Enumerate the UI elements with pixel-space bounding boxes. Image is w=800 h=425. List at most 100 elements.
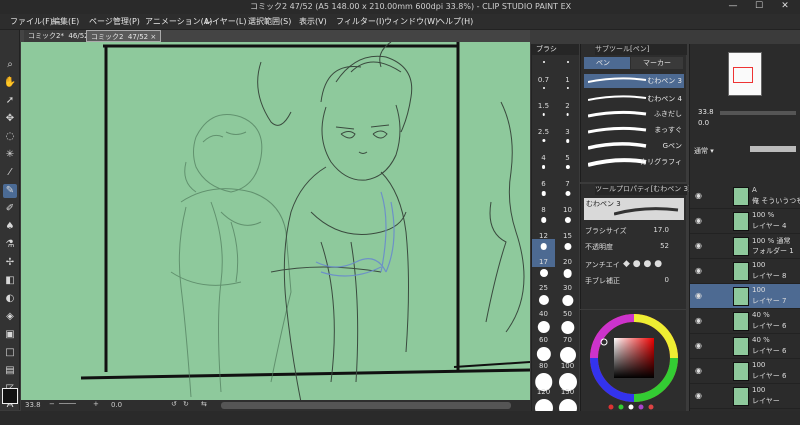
layer-row[interactable]: ◉ 100 % 通常 フォルダー 1 bbox=[690, 234, 800, 259]
brush-size-option[interactable]: 7 bbox=[556, 161, 579, 189]
menu-page[interactable]: ページ管理(P) bbox=[89, 16, 140, 27]
eye-icon[interactable]: ◉ bbox=[695, 266, 702, 275]
brush-size-option[interactable]: 200 bbox=[556, 395, 579, 411]
brush-item[interactable]: Gペン bbox=[584, 139, 684, 153]
doc-tab-2[interactable]: コミック2 47/52 × bbox=[86, 30, 162, 42]
layer-row[interactable]: ◉ 100 レイヤー 7 bbox=[690, 284, 800, 309]
hand-tool-icon[interactable]: ✋ bbox=[3, 76, 17, 90]
brush-size-tab[interactable]: ブラシ bbox=[532, 44, 579, 55]
color-wheel[interactable] bbox=[581, 310, 687, 411]
fill-tool-icon[interactable]: ◈ bbox=[3, 310, 17, 324]
brush-size-option[interactable]: 3 bbox=[556, 109, 579, 137]
subtool-tab[interactable]: サブツール[ペン] bbox=[595, 44, 687, 55]
brush-size-value[interactable]: 17.0 bbox=[653, 226, 669, 234]
eye-icon[interactable]: ◉ bbox=[695, 241, 702, 250]
tab-marker[interactable]: マーカー bbox=[631, 57, 683, 69]
navigator-angle[interactable]: 0.0 bbox=[698, 119, 709, 127]
eye-icon[interactable]: ◉ bbox=[695, 291, 702, 300]
rotate-right-icon[interactable]: ↻ bbox=[183, 400, 189, 408]
horizontal-scrollbar[interactable] bbox=[221, 402, 511, 409]
eyedropper-icon[interactable]: ⁄ bbox=[3, 166, 17, 180]
brush-item[interactable]: ふきだし bbox=[584, 107, 684, 121]
brush-size-row[interactable]: ブラシサイズ 17.0 bbox=[585, 226, 683, 237]
brush-size-option[interactable]: 15 bbox=[556, 213, 579, 241]
menu-edit[interactable]: 編集(E) bbox=[52, 16, 79, 27]
gradient-tool-icon[interactable]: ▣ bbox=[3, 328, 17, 342]
opacity-row[interactable]: 不透明度 52 bbox=[585, 242, 683, 253]
menu-layer[interactable]: レイヤー(L) bbox=[204, 16, 246, 27]
brush-size-option[interactable]: 150 bbox=[556, 369, 579, 397]
eye-icon[interactable]: ◉ bbox=[695, 316, 702, 325]
brush-size-option[interactable]: 0.7 bbox=[532, 57, 555, 85]
brush-size-option[interactable]: 25 bbox=[532, 265, 555, 293]
brush-size-option[interactable]: 60 bbox=[532, 317, 555, 345]
opacity-slider[interactable] bbox=[750, 146, 796, 152]
zoom-out-icon[interactable]: − bbox=[49, 400, 55, 408]
zoom-in-icon[interactable]: + bbox=[93, 400, 99, 408]
menu-animation[interactable]: アニメーション(A) bbox=[145, 16, 212, 27]
eye-icon[interactable]: ◉ bbox=[695, 391, 702, 400]
zoom-slider[interactable]: ──── bbox=[59, 400, 76, 408]
brush-item[interactable]: むわペン 4 bbox=[584, 92, 684, 106]
antialias-row[interactable]: アンチエイ ◆ ● ● ● bbox=[585, 259, 683, 271]
layer-row[interactable]: ◉ 40 % レイヤー 6 bbox=[690, 309, 800, 334]
brush-size-option[interactable]: 30 bbox=[556, 265, 579, 293]
stabilization-value[interactable]: 0 bbox=[665, 276, 669, 284]
zoom-tool-icon[interactable]: ⌕ bbox=[3, 58, 17, 72]
pen-tool-icon[interactable]: ✎ bbox=[3, 184, 17, 198]
main-color-swatch[interactable] bbox=[2, 388, 18, 404]
layer-row[interactable]: ◉ A 俺 そういうつも bbox=[690, 184, 800, 209]
menu-filter[interactable]: フィルター(I) bbox=[336, 16, 384, 27]
rotate-left-icon[interactable]: ↺ bbox=[171, 400, 177, 408]
tab-pen[interactable]: ペン bbox=[584, 57, 630, 69]
brush-item[interactable]: むわペン 3 bbox=[584, 74, 684, 88]
doc-tab-1[interactable]: コミック2* 46/52 bbox=[24, 30, 93, 42]
brush-size-option[interactable]: 40 bbox=[532, 291, 555, 319]
eye-icon[interactable]: ◉ bbox=[695, 216, 702, 225]
stabilization-row[interactable]: 手ブレ補正 0 bbox=[585, 276, 683, 287]
layer-row[interactable]: ◉ 100 レイヤー 8 bbox=[690, 259, 800, 284]
pencil-tool-icon[interactable]: ✐ bbox=[3, 202, 17, 216]
figure-tool-icon[interactable]: □ bbox=[3, 346, 17, 360]
brush-size-option[interactable]: 70 bbox=[556, 317, 579, 345]
maximize-button[interactable]: ☐ bbox=[746, 0, 772, 14]
brush-size-option[interactable]: 4 bbox=[532, 135, 555, 163]
navigator-zoom[interactable]: 33.8 bbox=[698, 108, 714, 116]
menu-file[interactable]: ファイル(F) bbox=[10, 16, 53, 27]
decoration-tool-icon[interactable]: ✢ bbox=[3, 256, 17, 270]
magic-wand-icon[interactable]: ✳ bbox=[3, 148, 17, 162]
menu-view[interactable]: 表示(V) bbox=[299, 16, 327, 27]
brush-size-option[interactable]: 6 bbox=[532, 161, 555, 189]
brush-size-option[interactable]: 1 bbox=[556, 57, 579, 85]
brush-size-option[interactable]: 20 bbox=[556, 239, 579, 267]
brush-size-option[interactable]: 17 bbox=[532, 239, 555, 267]
brush-size-option[interactable]: 5 bbox=[556, 135, 579, 163]
flip-icon[interactable]: ⇆ bbox=[201, 400, 207, 408]
layer-row[interactable]: ◉ 100 % レイヤー 4 bbox=[690, 209, 800, 234]
blend-mode-select[interactable]: 通常 ▾ bbox=[694, 146, 714, 156]
brush-size-option[interactable]: 10 bbox=[556, 187, 579, 215]
brush-size-option[interactable]: 50 bbox=[556, 291, 579, 319]
tool-property-tab[interactable]: ツールプロパティ[むわペン 3] bbox=[595, 184, 691, 195]
brush-size-option[interactable]: 8 bbox=[532, 187, 555, 215]
brush-size-option[interactable]: 120 bbox=[532, 369, 555, 397]
minimize-button[interactable]: — bbox=[720, 0, 746, 14]
close-tab-icon[interactable]: × bbox=[150, 33, 156, 41]
airbrush-tool-icon[interactable]: ⚗ bbox=[3, 238, 17, 252]
frame-tool-icon[interactable]: ▤ bbox=[3, 364, 17, 378]
eraser-tool-icon[interactable]: ◧ bbox=[3, 274, 17, 288]
eye-icon[interactable]: ◉ bbox=[695, 191, 702, 200]
menu-window[interactable]: ウィンドウ(W) bbox=[384, 16, 438, 27]
brush-size-option[interactable]: 12 bbox=[532, 213, 555, 241]
brush-size-option[interactable]: 2.5 bbox=[532, 109, 555, 137]
lasso-tool-icon[interactable]: ◌ bbox=[3, 130, 17, 144]
brush-size-option[interactable]: 170 bbox=[532, 395, 555, 411]
blend-tool-icon[interactable]: ◐ bbox=[3, 292, 17, 306]
navigator-zoom-slider[interactable] bbox=[720, 111, 796, 115]
layer-row[interactable]: ◉ 100 レイヤー bbox=[690, 384, 800, 409]
brush-size-option[interactable]: 2 bbox=[556, 83, 579, 111]
move-tool-icon[interactable]: ✥ bbox=[3, 112, 17, 126]
close-button[interactable]: ✕ bbox=[772, 0, 798, 14]
brush-size-option[interactable]: 80 bbox=[532, 343, 555, 371]
canvas[interactable] bbox=[21, 42, 530, 400]
